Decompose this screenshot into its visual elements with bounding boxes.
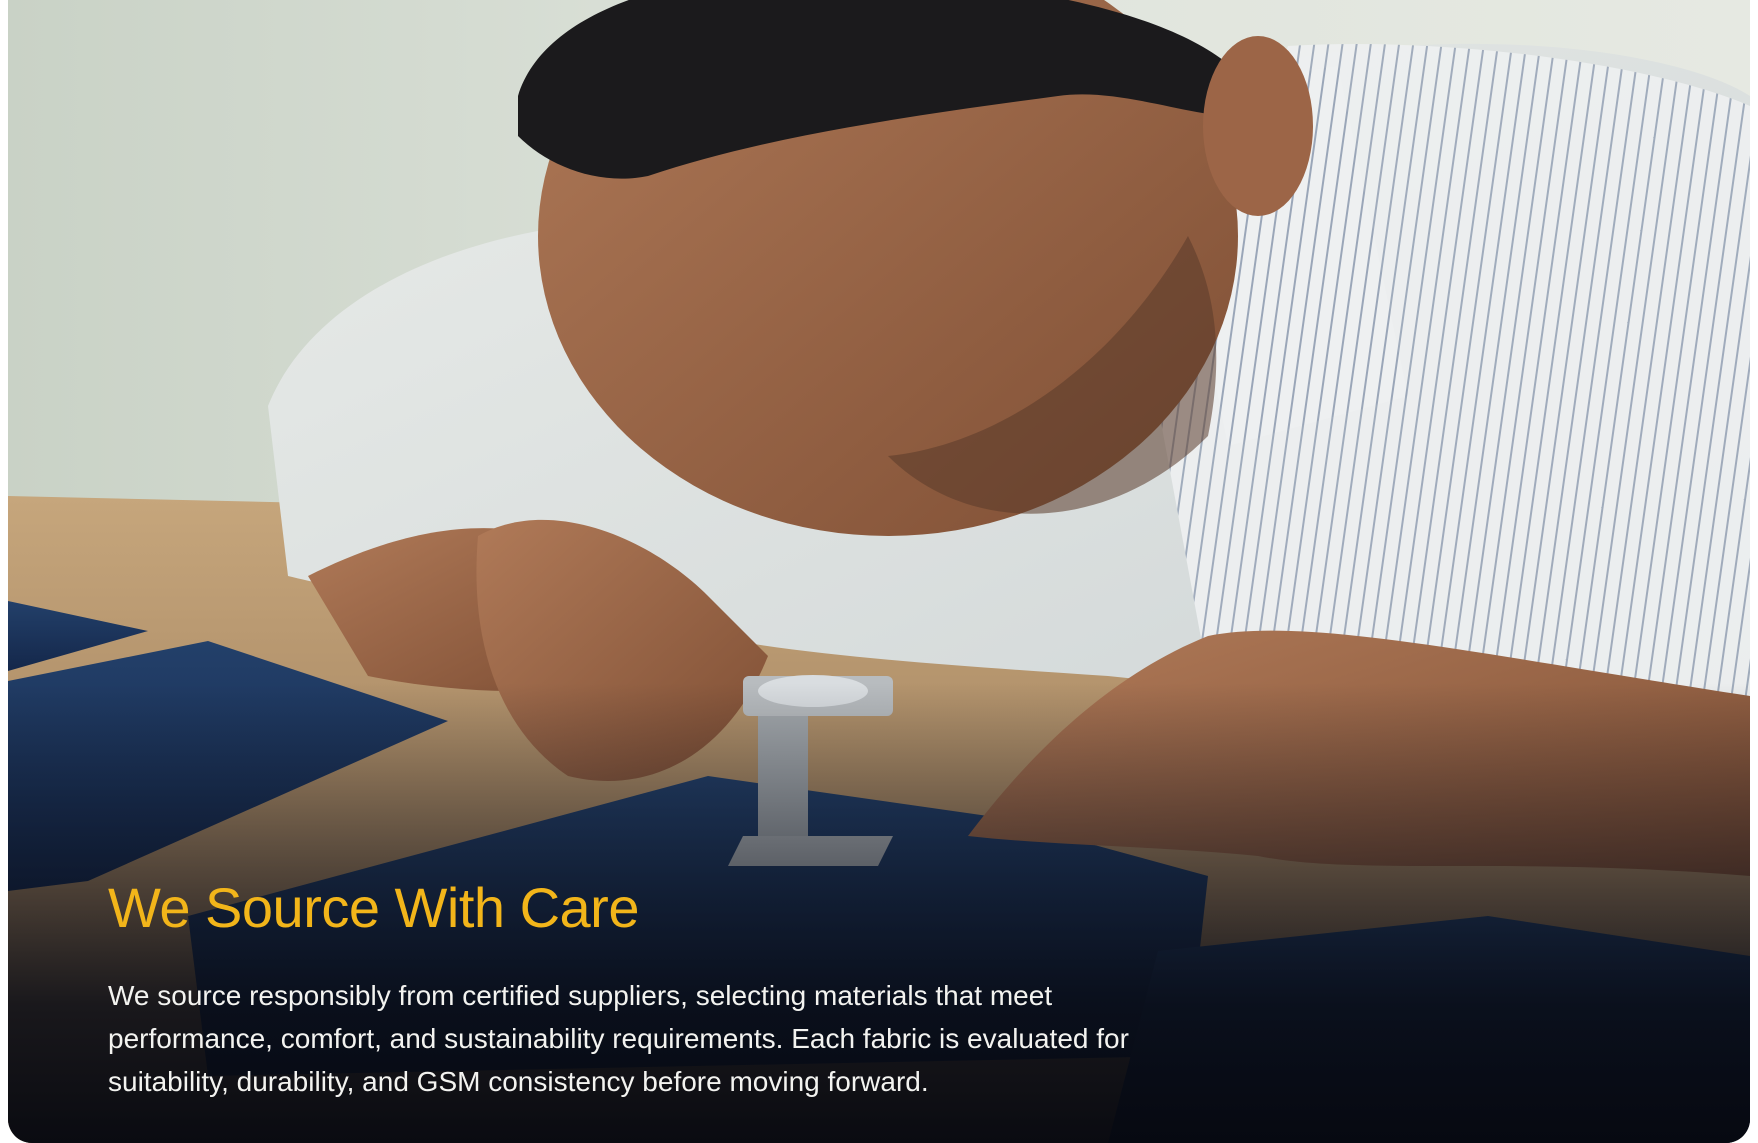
hero-description: We source responsibly from certified sup…	[108, 980, 1129, 1097]
hero-card: We Source With Care We source responsibl…	[8, 0, 1750, 1143]
hero-title: We Source With Care	[108, 876, 639, 939]
hero-content: We Source With Care We source responsibl…	[108, 876, 1208, 1103]
